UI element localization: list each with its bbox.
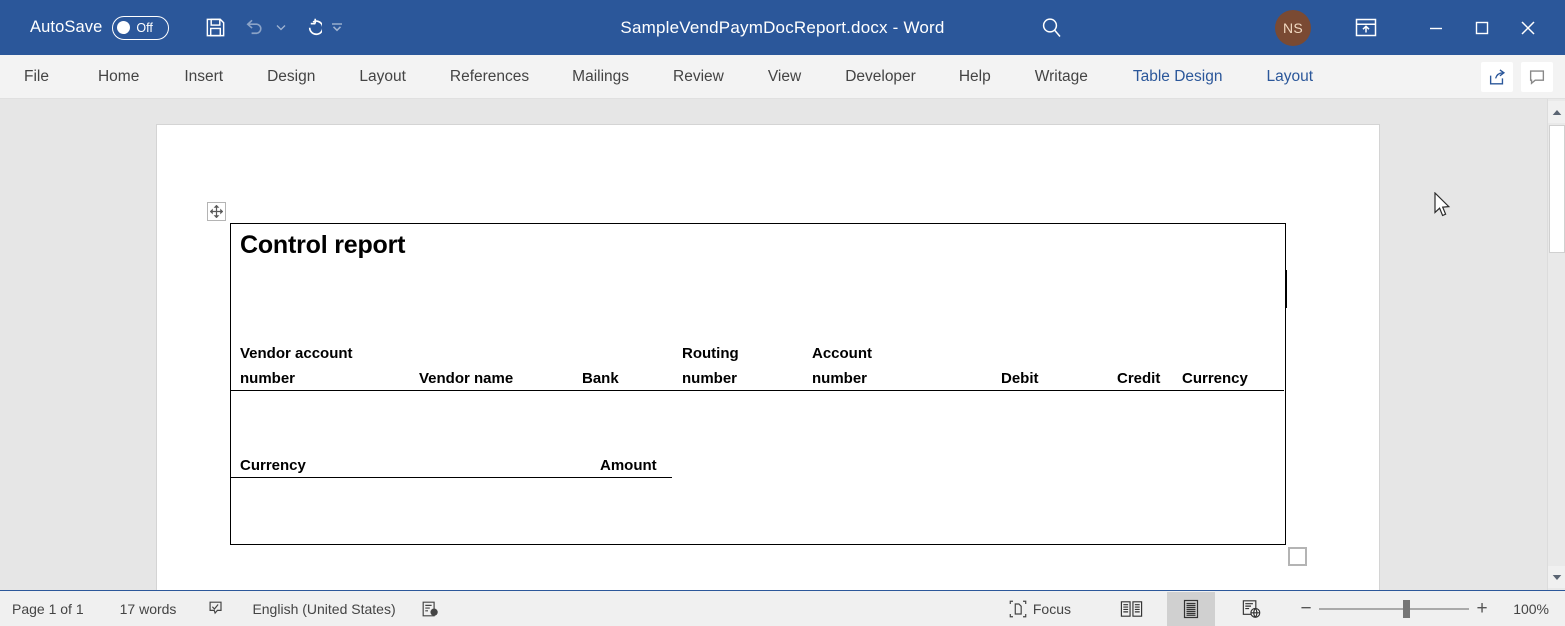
tab-insert[interactable]: Insert <box>184 55 223 99</box>
tab-view[interactable]: View <box>768 55 801 99</box>
vertical-scrollbar[interactable] <box>1547 99 1565 590</box>
zoom-slider-track <box>1319 608 1469 610</box>
maximize-button[interactable] <box>1459 0 1505 55</box>
undo-icon[interactable] <box>235 10 271 46</box>
autosave-toggle-knob <box>117 21 130 34</box>
tab-writage[interactable]: Writage <box>1035 55 1088 99</box>
text-caret <box>1286 270 1287 308</box>
comments-icon[interactable] <box>1521 62 1553 92</box>
autosave-toggle-group[interactable]: AutoSave Off <box>30 16 169 40</box>
focus-mode-label: Focus <box>1033 601 1071 617</box>
autosave-toggle[interactable]: Off <box>112 16 169 40</box>
zoom-slider[interactable] <box>1319 592 1469 626</box>
ribbon-actions <box>1481 55 1553 99</box>
mouse-cursor <box>1434 192 1452 223</box>
page-info[interactable]: Page 1 of 1 <box>12 591 84 626</box>
tab-help[interactable]: Help <box>959 55 991 99</box>
accessibility-checker-icon[interactable] <box>420 591 440 626</box>
scroll-up-arrow-icon[interactable] <box>1548 101 1565 123</box>
quick-access-toolbar <box>197 10 345 46</box>
focus-mode-button[interactable]: Focus <box>1008 591 1071 626</box>
header-bank: Bank <box>582 370 619 387</box>
report-title: Control report <box>240 231 405 260</box>
tab-home[interactable]: Home <box>98 55 139 99</box>
header-account-number-line2: number <box>812 370 867 387</box>
autosave-state-label: Off <box>136 21 152 35</box>
header-credit: Credit <box>1117 370 1160 387</box>
word-count[interactable]: 17 words <box>120 591 177 626</box>
tab-table-layout[interactable]: Layout <box>1266 55 1313 99</box>
status-bar: Page 1 of 1 17 words English (United Sta… <box>0 590 1565 626</box>
zoom-in-button[interactable]: + <box>1469 598 1495 620</box>
tab-mailings[interactable]: Mailings <box>572 55 629 99</box>
tab-table-design[interactable]: Table Design <box>1133 55 1223 99</box>
header-row-divider-1 <box>231 390 1284 391</box>
avatar[interactable]: NS <box>1275 10 1311 46</box>
ribbon-tab-bar: File Home Insert Design Layout Reference… <box>0 55 1565 99</box>
language[interactable]: English (United States) <box>252 591 395 626</box>
tab-layout[interactable]: Layout <box>359 55 406 99</box>
word-window: AutoSave Off <box>0 0 1565 626</box>
save-icon[interactable] <box>197 10 233 46</box>
title-bar-right: NS <box>1275 0 1565 55</box>
table-resize-handle-icon[interactable] <box>1288 547 1307 566</box>
tab-design[interactable]: Design <box>267 55 315 99</box>
tab-review[interactable]: Review <box>673 55 724 99</box>
print-layout-icon[interactable] <box>1167 592 1215 626</box>
proofing-errors-icon[interactable] <box>206 591 226 626</box>
control-report-table[interactable]: Control report Vendor account number Ven… <box>230 223 1286 545</box>
close-button[interactable] <box>1505 0 1551 55</box>
redo-icon[interactable] <box>291 10 327 46</box>
header-vendor-name: Vendor name <box>419 370 513 387</box>
web-layout-icon[interactable] <box>1227 592 1275 626</box>
title-bar: AutoSave Off <box>0 0 1565 55</box>
header-vendor-account-number-line1: Vendor account <box>240 345 353 362</box>
status-bar-right: Focus <box>1008 591 1565 626</box>
focus-mode-icon <box>1008 599 1028 619</box>
header-row-divider-2 <box>231 477 672 478</box>
scrollbar-thumb[interactable] <box>1549 125 1565 253</box>
ribbon-display-options-icon[interactable] <box>1345 8 1387 48</box>
scroll-down-arrow-icon[interactable] <box>1548 566 1565 588</box>
table-move-handle-icon[interactable] <box>207 202 226 221</box>
header-routing-number-line2: number <box>682 370 737 387</box>
header-routing-number-line1: Routing <box>682 345 739 362</box>
tab-developer[interactable]: Developer <box>845 55 916 99</box>
zoom-out-button[interactable]: − <box>1293 598 1319 620</box>
header-amount: Amount <box>600 457 657 474</box>
customize-quick-access-icon[interactable] <box>329 10 345 46</box>
header-vendor-account-number-line2: number <box>240 370 295 387</box>
undo-dropdown-chevron-icon[interactable] <box>273 10 289 46</box>
tab-references[interactable]: References <box>450 55 529 99</box>
tab-file[interactable]: File <box>24 55 49 99</box>
header-account-number-line1: Account <box>812 345 872 362</box>
zoom-slider-thumb[interactable] <box>1403 600 1410 618</box>
zoom-level[interactable]: 100% <box>1495 601 1549 617</box>
header-debit: Debit <box>1001 370 1039 387</box>
page-title: SampleVendPaymDocReport.docx - Word <box>620 18 944 38</box>
header-currency-2: Currency <box>240 457 306 474</box>
share-icon[interactable] <box>1481 62 1513 92</box>
read-mode-icon[interactable] <box>1107 592 1155 626</box>
header-currency: Currency <box>1182 370 1248 387</box>
autosave-label: AutoSave <box>30 18 102 37</box>
minimize-button[interactable] <box>1413 0 1459 55</box>
search-icon[interactable] <box>1035 11 1069 45</box>
